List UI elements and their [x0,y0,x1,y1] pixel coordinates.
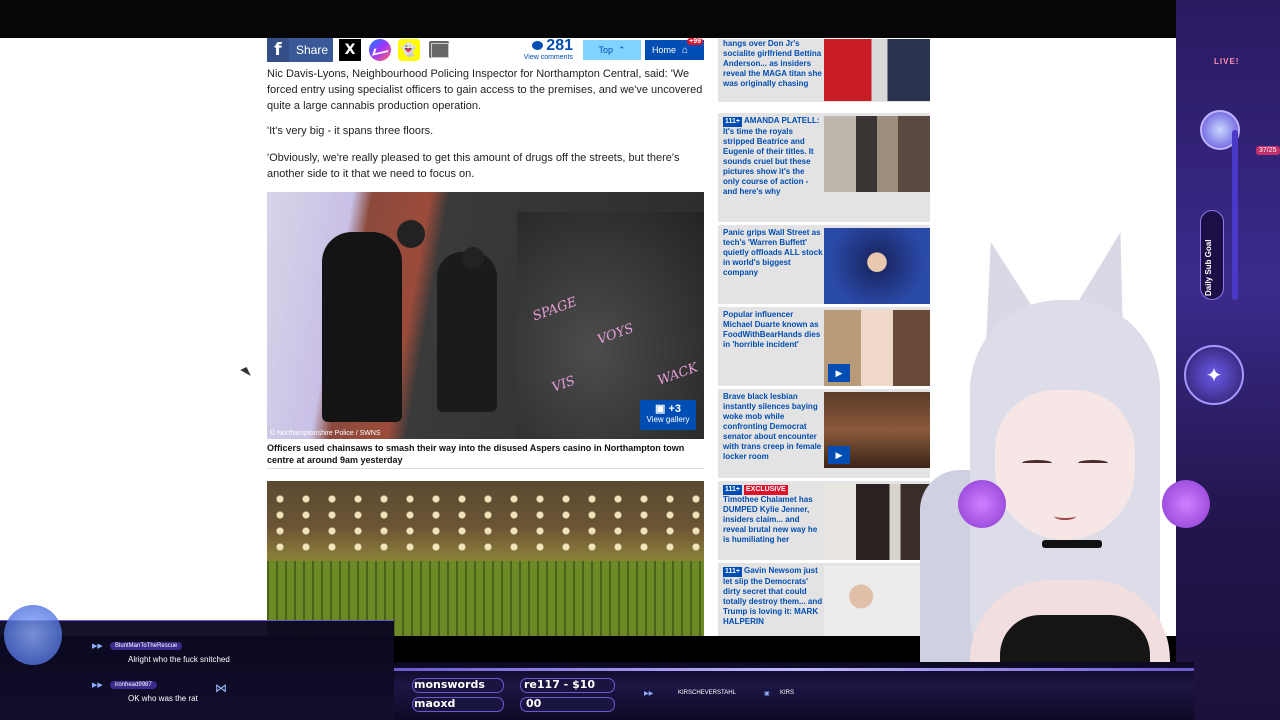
messenger-icon[interactable] [369,39,391,61]
daily-sub-goal: Daily Sub Goal [1200,210,1224,300]
image-credit: © Northamptonshire Police / SWNS [270,430,381,437]
goal-progress-rail [1232,130,1238,300]
sidebar-headline: 111+ Gavin Newsom just let slip the Democ… [723,566,823,627]
sidebar-headline: hangs over Don Jr's socialite girlfriend… [723,39,822,88]
cat-mascot-icon [4,605,62,665]
stream-overlay-sidebar: LIVE! 37/25 Daily Sub Goal ✦ [1176,0,1280,720]
ticker-name: KIRSCHEVERSTAHL [678,690,736,696]
article-paragraph: 'It's very big - it spans three floors. [267,125,434,137]
sidebar-thumbnail [824,484,930,560]
goal-counter: 37/25 [1256,146,1280,155]
divider [267,468,704,469]
chat-username: ironhead9987 [110,681,157,689]
sidebar-thumbnail [824,228,930,304]
sidebar-item[interactable]: hangs over Don Jr's socialite girlfriend… [718,38,930,102]
gallery-label: View gallery [646,415,690,424]
share-bar: f Share X 👻 281 View comments Top ⌃ Home… [267,38,704,62]
sidebar-thumbnail [824,39,930,101]
plus-tag: 111+ [723,485,742,495]
article-paragraph: 'Obviously, we're really pleased to get … [267,152,680,180]
sidebar-headline: 111+ EXCLUSIVE Timothee Chalamet has DUMPE… [723,484,823,545]
top-button[interactable]: Top ⌃ [583,40,641,60]
ticker-border [394,668,1194,671]
home-icon: ⌂ [682,44,689,56]
sidebar-item[interactable]: Popular influencer Michael Duarte known … [718,306,930,386]
top-label: Top [598,45,613,55]
facebook-share-button[interactable]: f Share [267,38,333,62]
sidebar-headline: 111+ AMANDA PLATELL: It's time the royals… [723,116,823,197]
play-icon[interactable]: ▶ [828,364,850,382]
share-label: Share [296,43,329,57]
officer-helmet [397,220,425,248]
sidebar-thumbnail: ▶ [824,392,930,468]
sidebar-item[interactable]: Panic grips Wall Street as tech's 'Warre… [718,224,930,304]
sidebar-headline: Popular influencer Michael Duarte known … [723,310,821,349]
chevron-up-icon: ⌃ [617,44,626,55]
hair-flower [958,480,1006,528]
goal-label: Daily Sub Goal [1204,239,1213,296]
ticker-name: KIRS [780,690,795,696]
chat-icon: ▣ [764,691,770,697]
mail-icon[interactable] [429,41,449,58]
facebook-icon: f [267,38,289,62]
mouse-cursor [240,366,251,380]
sidebar-headline: Brave black lesbian instantly silences b… [723,392,822,461]
image-caption: Officers used chainsaws to smash their w… [267,443,685,465]
sidebar-headline: Panic grips Wall Street as tech's 'Warre… [723,228,823,277]
chevron-right-icon: ▶▶ [92,643,103,650]
gallery-count: +3 [668,403,681,415]
plus-tag: 111+ [723,117,742,127]
avatar-eye [1022,460,1052,466]
sidebar-item[interactable]: 111+ AMANDA PLATELL: It's time the royals… [718,112,930,222]
exclusive-tag: EXCLUSIVE [744,485,788,495]
home-badge: +99 [687,38,703,45]
comments-count: 281 [546,38,573,54]
camera-icon: ▣ [654,403,666,415]
home-label: Home [652,45,677,55]
sidebar-item[interactable]: 111+ Gavin Newsom just let slip the Democ… [718,562,930,636]
bottom-ticker: monswords re117 - $10 maoxd 00 ▶▶ KIRSCH… [394,662,1194,720]
avatar-mouth [1054,512,1076,520]
article-image-raid[interactable]: SPAGE VOYS VIS WACK © Northamptonshire P… [267,192,704,439]
bow-icon: ⋈ [215,681,227,695]
chevron-right-icon: ▶▶ [644,691,654,697]
vtuber-avatar [920,222,1210,720]
ticker-text: re117 - $10 [524,678,596,691]
sidebar-thumbnail [824,566,930,636]
article-image-cannabis-farm[interactable] [267,481,704,636]
avatar-eye [1078,460,1108,466]
home-button[interactable]: Home ⌂ +99 [645,38,704,60]
plus-tag: 111+ [723,567,742,577]
star-icon: ✦ [1184,345,1244,405]
ticker-text: maoxd [414,697,456,710]
chat-overlay: ▶▶ BluntManToTheRescue Alright who the f… [0,605,394,720]
snapchat-icon[interactable]: 👻 [398,39,420,61]
ticker-text: 00 [526,697,542,710]
ticker-text: monswords [414,678,485,691]
comment-bubble-icon [532,41,544,50]
sidebar-thumbnail [824,116,930,192]
officer-helmet [462,247,484,269]
x-icon[interactable]: X [339,39,361,61]
grow-lights [267,491,704,551]
live-label: LIVE! [1214,57,1240,66]
headline-text: AMANDA PLATELL: It's time the royals str… [723,116,820,196]
officer-figure [437,252,497,412]
chat-username: BluntManToTheRescue [110,642,183,650]
officer-figure [322,232,402,422]
top-black-strip [0,0,1280,38]
hair-flower [1162,480,1210,528]
sidebar-thumbnail: ▶ [824,310,930,386]
headline-text: Timothee Chalamet has DUMPED Kylie Jenne… [723,495,818,544]
view-gallery-button[interactable]: ▣ +3 View gallery [640,400,696,430]
avatar-choker [1042,540,1102,548]
play-icon[interactable]: ▶ [828,446,850,464]
sidebar-item[interactable]: Brave black lesbian instantly silences b… [718,388,930,478]
chat-message: Alright who the fuck snitched [128,655,230,664]
sidebar-item[interactable]: 111+ EXCLUSIVE Timothee Chalamet has DUMPE… [718,480,930,560]
article-paragraph: Nic Davis-Lyons, Neighbourhood Policing … [267,68,703,112]
chat-message: OK who was the rat [128,694,198,703]
chevron-right-icon: ▶▶ [92,682,103,689]
